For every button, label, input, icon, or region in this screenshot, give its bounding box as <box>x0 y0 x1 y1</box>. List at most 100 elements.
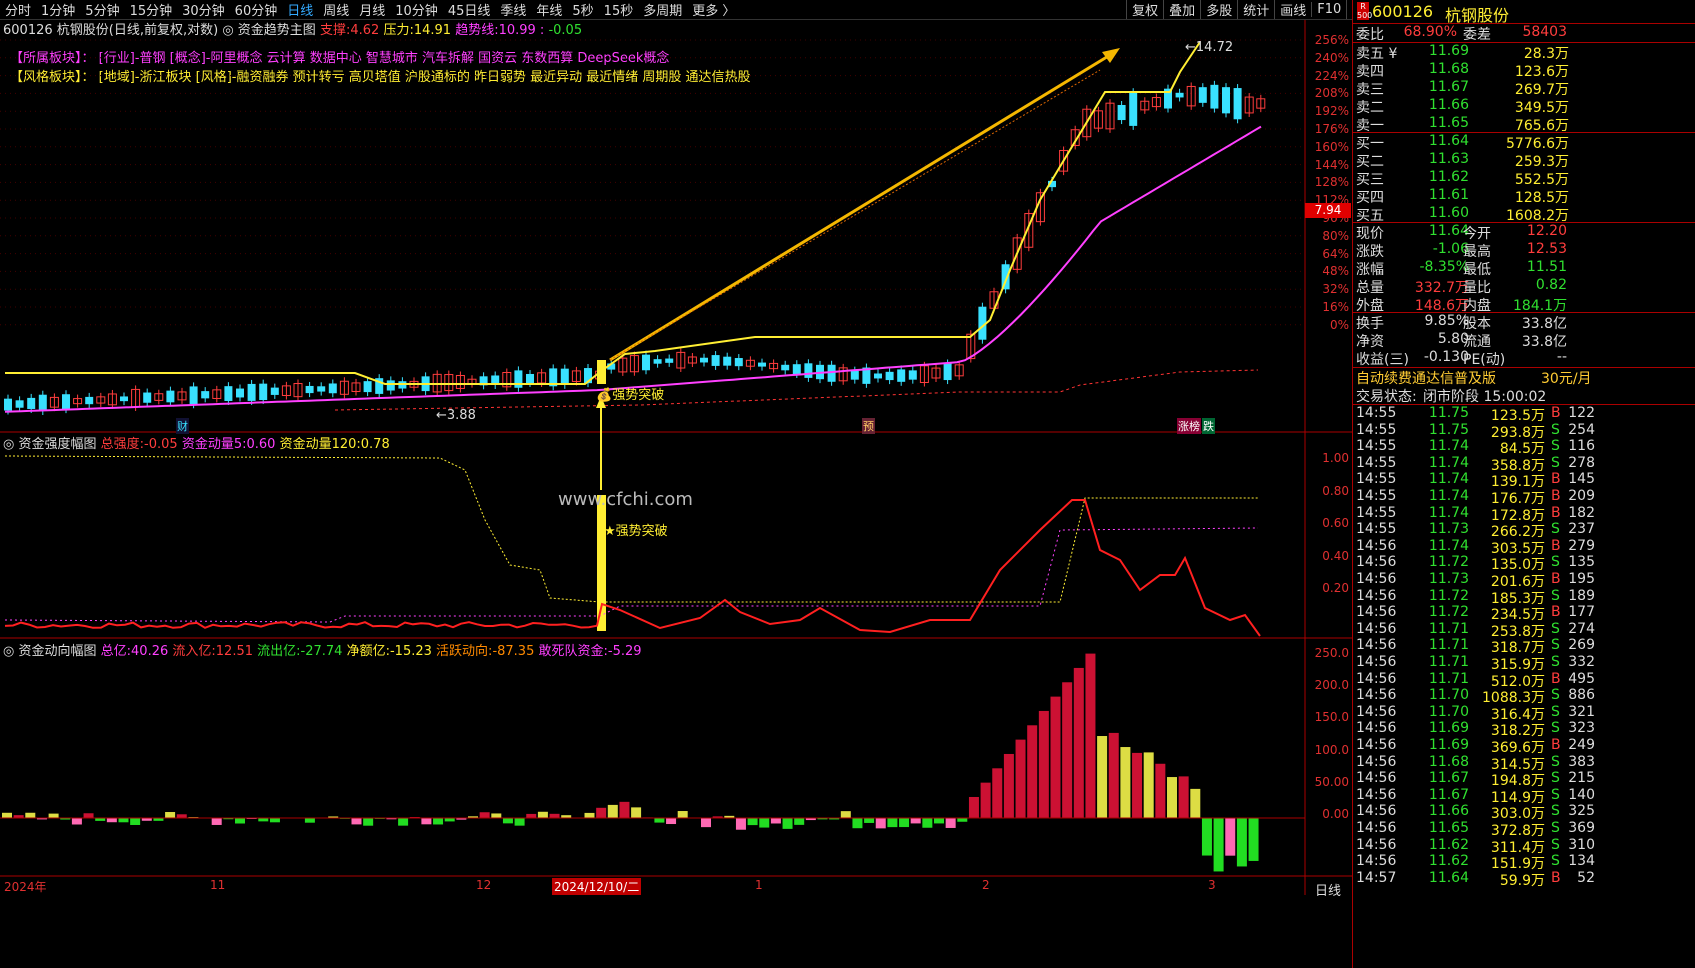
tick-row[interactable]: 14:56 11.67 194.8万 S 215 <box>1353 770 1695 789</box>
flow-bar <box>421 818 432 825</box>
momentum-5 <box>4 527 1259 623</box>
tick-row[interactable]: 14:56 11.68 314.5万 S 383 <box>1353 754 1695 773</box>
ask-price: 11.69 <box>1428 43 1469 59</box>
tick-row[interactable]: 14:56 11.62 311.4万 S 310 <box>1353 837 1695 856</box>
axis-tick-label: 240% <box>1314 50 1349 65</box>
flow-bar <box>25 812 36 818</box>
tick-time: 14:56 <box>1356 654 1397 670</box>
tick-row[interactable]: 14:56 11.69 369.6万 B 249 <box>1353 737 1695 756</box>
ask-row[interactable]: 卖四 11.68 123.6万 <box>1353 61 1695 80</box>
tick-count: 116 <box>1568 438 1595 455</box>
tick-row[interactable]: 14:56 11.73 201.6万 B 195 <box>1353 571 1695 590</box>
panel3-title[interactable]: ◎ 资金动向幅图 <box>3 644 97 659</box>
tick-row[interactable]: 14:56 11.71 318.7万 S 269 <box>1353 637 1695 656</box>
limit-down-marker[interactable]: 跌 <box>1202 418 1215 434</box>
tick-row[interactable]: 14:56 11.70 1088.3万 S 886 <box>1353 687 1695 706</box>
tick-side: S <box>1551 820 1560 836</box>
tick-row[interactable]: 14:56 11.74 303.5万 B 279 <box>1353 538 1695 557</box>
ask-row[interactable]: 卖三 11.67 269.7万 <box>1353 79 1695 98</box>
candle-body <box>514 370 523 388</box>
flow-bar <box>106 818 117 823</box>
tick-row[interactable]: 14:56 11.66 303.0万 S 325 <box>1353 803 1695 822</box>
flow-bar <box>1085 653 1096 818</box>
tick-row[interactable]: 14:56 11.71 512.0万 B 495 <box>1353 671 1695 690</box>
tick-row[interactable]: 14:55 11.74 84.5万 S 116 <box>1353 438 1695 457</box>
period-indicator[interactable]: 日线 <box>1315 880 1341 899</box>
tick-time: 14:55 <box>1356 488 1397 504</box>
tick-count: 189 <box>1568 587 1595 604</box>
promo-text[interactable]: 自动续费通达信普及版 <box>1356 368 1496 388</box>
tick-time: 14:56 <box>1356 820 1397 836</box>
axis-tick-label: 200.0 <box>1314 678 1349 693</box>
tick-time: 14:55 <box>1356 421 1397 438</box>
tick-row[interactable]: 14:55 11.74 358.8万 S 278 <box>1353 455 1695 474</box>
tick-count: 274 <box>1568 620 1595 637</box>
stat-value: -- <box>1556 349 1567 365</box>
chart-canvas[interactable] <box>0 0 1352 968</box>
financial-marker[interactable]: 财 <box>176 418 189 434</box>
tick-row[interactable]: 14:56 11.71 253.8万 S 274 <box>1353 620 1695 640</box>
flow-bar <box>1038 710 1049 818</box>
axis-tick-label: 1.00 <box>1322 451 1349 465</box>
tick-row[interactable]: 14:56 11.67 114.9万 S 140 <box>1353 786 1695 806</box>
bid-row[interactable]: 买四 11.61 128.5万 <box>1353 187 1695 206</box>
tick-row[interactable]: 14:56 11.71 315.9万 S 332 <box>1353 654 1695 673</box>
tick-side: B <box>1551 405 1561 421</box>
bid-row[interactable]: 买三 11.62 552.5万 <box>1353 169 1695 188</box>
panel2-title[interactable]: ◎ 资金强度幅图 <box>3 437 97 452</box>
flow-bar <box>1155 763 1166 818</box>
tick-row[interactable]: 14:56 11.72 185.3万 S 189 <box>1353 587 1695 607</box>
tick-row[interactable]: 14:56 11.62 151.9万 S 134 <box>1353 853 1695 872</box>
status-label: 交易状态: <box>1356 389 1417 405</box>
flow-bar <box>1178 776 1189 818</box>
tick-time: 14:56 <box>1356 554 1397 571</box>
tick-row[interactable]: 14:56 11.69 318.2万 S 323 <box>1353 720 1695 739</box>
candle-body <box>85 396 94 405</box>
tick-row[interactable]: 14:55 11.74 139.1万 B 145 <box>1353 471 1695 490</box>
flow-bar <box>258 818 269 822</box>
flow-bar <box>666 818 677 825</box>
tick-time: 14:56 <box>1356 737 1397 753</box>
tick-row[interactable]: 14:57 11.64 59.9万 B 52 <box>1353 870 1695 889</box>
ask-row[interactable]: 卖五 ¥ 11.69 28.3万 <box>1353 43 1695 62</box>
arrow-head <box>1102 48 1120 63</box>
date-label: 11 <box>210 878 226 892</box>
tick-row[interactable]: 14:56 11.70 316.4万 S 321 <box>1353 704 1695 723</box>
tick-row[interactable]: 14:55 11.75 123.5万 B 122 <box>1353 405 1695 424</box>
candle-body <box>560 368 569 385</box>
candle-body <box>700 357 708 363</box>
tick-row[interactable]: 14:56 11.72 234.5万 B 177 <box>1353 604 1695 623</box>
candle-body <box>1222 87 1230 114</box>
ask-row[interactable]: 卖二 11.66 349.5万 <box>1353 97 1695 116</box>
tick-row[interactable]: 14:56 11.65 372.8万 S 369 <box>1353 820 1695 839</box>
tick-row[interactable]: 14:55 11.74 172.8万 B 182 <box>1353 504 1695 524</box>
flow-bar <box>934 818 944 824</box>
ask-row[interactable]: 卖一 11.65 765.6万 <box>1353 115 1695 134</box>
flow-bar <box>1062 682 1073 818</box>
tick-row[interactable]: 14:55 11.73 266.2万 S 237 <box>1353 521 1695 540</box>
stat-label: 收益(三) <box>1356 352 1409 368</box>
bid-price: 11.60 <box>1428 205 1469 221</box>
tick-count: 140 <box>1568 786 1595 803</box>
promo-row[interactable]: 自动续费通达信普及版 30元/月 <box>1353 368 1695 388</box>
tick-row[interactable]: 14:55 11.74 176.7万 B 209 <box>1353 488 1695 507</box>
stat-label: 涨幅 <box>1356 262 1384 278</box>
index-badge: R 500 <box>1357 2 1373 20</box>
trend-arrow <box>609 50 1116 362</box>
bid-row[interactable]: 买一 11.64 5776.6万 <box>1353 133 1695 152</box>
flow-bar <box>71 818 82 825</box>
tick-time: 14:55 <box>1356 504 1397 521</box>
forecast-marker[interactable]: 预 <box>862 418 875 434</box>
tick-time: 14:55 <box>1356 438 1397 455</box>
bid-row[interactable]: 买二 11.63 259.3万 <box>1353 151 1695 170</box>
tick-row[interactable]: 14:55 11.75 293.8万 S 254 <box>1353 421 1695 441</box>
tick-row[interactable]: 14:56 11.72 135.0万 S 135 <box>1353 554 1695 573</box>
flow-bar <box>235 818 245 824</box>
tick-side: S <box>1551 554 1560 571</box>
flow-bar <box>83 813 94 818</box>
axis-tick-label: 208% <box>1314 86 1349 101</box>
flow-bar <box>1108 732 1119 818</box>
tick-count: 182 <box>1568 504 1595 521</box>
limit-up-marker[interactable]: 涨榜 <box>1177 418 1201 434</box>
bid-row[interactable]: 买五 11.60 1608.2万 <box>1353 205 1695 224</box>
